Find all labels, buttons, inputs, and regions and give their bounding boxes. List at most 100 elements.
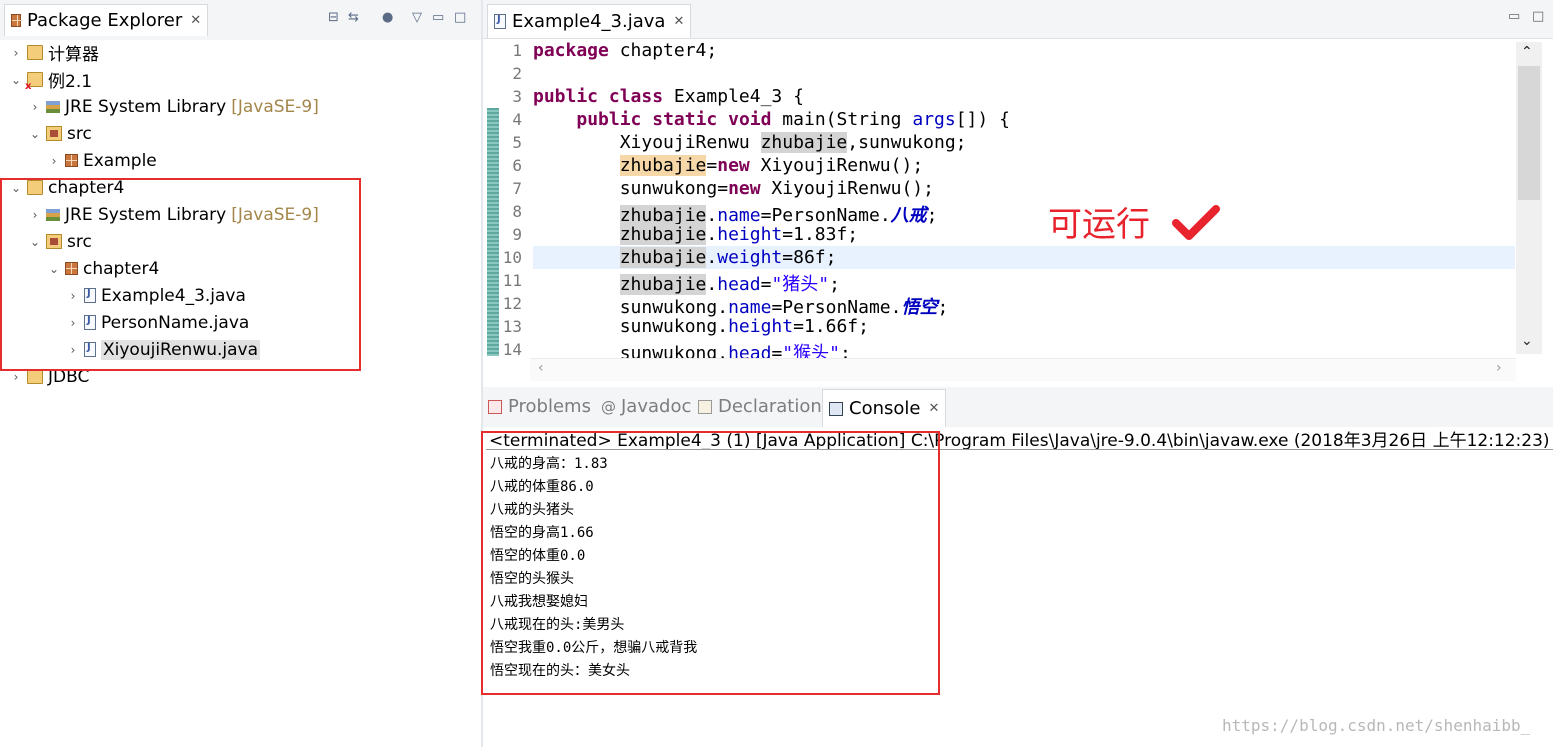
chevron-down-icon[interactable]: ⌄ — [8, 73, 24, 87]
watermark: https://blog.csdn.net/shenhaibb_ — [1222, 716, 1531, 735]
code-token: new — [728, 178, 761, 199]
tab-label: Problems — [508, 396, 591, 417]
tab-declaration[interactable]: Declaration — [698, 396, 822, 417]
chevron-right-icon[interactable]: › — [8, 370, 24, 384]
code-token: name — [728, 297, 772, 318]
code-line[interactable]: sunwukong=new XiyoujiRenwu(); — [533, 178, 934, 199]
code-token: chapter4; — [608, 40, 718, 61]
code-token: zhubajie — [619, 274, 707, 295]
code-token: sunwukong= — [533, 178, 729, 199]
code-token: XiyoujiRenwu — [533, 132, 761, 153]
code-line[interactable]: XiyoujiRenwu zhubajie,sunwukong; — [533, 132, 967, 153]
scrollbar-thumb[interactable] — [1518, 66, 1540, 200]
code-token: weight — [717, 247, 783, 268]
minimize-icon[interactable]: ▭ — [1508, 9, 1520, 24]
chevron-down-icon[interactable]: ⌄ — [27, 127, 43, 141]
code-line[interactable]: zhubajie.weight=86f; — [533, 247, 836, 268]
focus-icon[interactable]: ● — [382, 10, 393, 25]
code-line[interactable]: public class Example4_3 { — [533, 86, 804, 107]
runnable-annotation: 可运行 — [1048, 205, 1150, 245]
view-menu-icon[interactable]: ▽ — [412, 10, 422, 25]
code-token: height — [717, 224, 783, 245]
tree-item-project-2-1[interactable]: ⌄ 例2.1 — [8, 66, 92, 93]
tab-label: Console — [849, 398, 921, 419]
package-explorer-icon — [11, 14, 23, 27]
scroll-up-icon[interactable]: ⌃ — [1521, 44, 1533, 60]
scroll-left-icon[interactable]: ‹ — [538, 360, 544, 376]
line-number: 13 — [502, 317, 522, 336]
line-number: 1 — [512, 41, 522, 60]
tree-item-project-calculator[interactable]: › 计算器 — [8, 39, 99, 66]
code-token: sunwukong. — [533, 297, 729, 318]
code-token: =1.83f; — [782, 224, 859, 245]
tree-item-label: JRE System Library — [65, 96, 227, 117]
horizontal-scrollbar[interactable] — [530, 358, 1516, 381]
code-token: args — [912, 109, 956, 130]
line-number: 8 — [512, 202, 522, 221]
collapse-all-icon[interactable]: ⊟ — [328, 10, 339, 25]
checkmark-icon — [1172, 205, 1220, 240]
editor-tab-title: Example4_3.java — [512, 11, 666, 32]
tab-problems[interactable]: Problems — [488, 396, 591, 417]
code-token: zhubajie — [619, 247, 707, 268]
close-icon[interactable]: ✕ — [928, 401, 939, 416]
code-line[interactable]: public static void main(String args[]) { — [533, 109, 1010, 130]
chevron-right-icon[interactable]: › — [8, 46, 24, 60]
chevron-right-icon[interactable]: › — [27, 100, 43, 114]
scroll-right-icon[interactable]: › — [1496, 360, 1502, 376]
code-token: static — [652, 109, 718, 130]
code-token: XiyoujiRenwu(); — [760, 178, 934, 199]
source-folder-icon — [46, 126, 62, 141]
maximize-icon[interactable]: □ — [1532, 9, 1544, 24]
code-token: head — [717, 274, 761, 295]
change-ruler — [487, 108, 499, 356]
tab-label: Javadoc — [621, 396, 692, 417]
highlight-box-console-output — [481, 431, 940, 695]
tree-item-label: src — [67, 123, 92, 144]
code-token: main(String — [771, 109, 913, 130]
code-line[interactable]: zhubajie.height=1.83f; — [533, 224, 858, 245]
code-line[interactable]: sunwukong.height=1.66f; — [533, 316, 869, 337]
code-token: height — [728, 316, 794, 337]
package-explorer-tab[interactable]: Package Explorer ✕ — [4, 4, 209, 36]
line-number: 7 — [512, 179, 522, 198]
code-token: class — [608, 86, 664, 107]
close-icon[interactable]: ✕ — [190, 13, 201, 28]
code-token: []) { — [955, 109, 1010, 130]
link-with-editor-icon[interactable]: ⇆ — [348, 10, 359, 25]
code-token: =PersonName. — [760, 205, 891, 226]
tree-item-label: Example — [83, 150, 157, 171]
console-icon — [829, 401, 843, 416]
maximize-icon[interactable]: □ — [454, 10, 466, 25]
tree-item-package-example[interactable]: › Example — [46, 147, 157, 174]
code-token: zhubajie — [619, 205, 707, 226]
editor-tab[interactable]: Example4_3.java ✕ — [487, 4, 692, 38]
tab-console[interactable]: Console ✕ — [822, 389, 947, 427]
project-icon — [27, 45, 43, 60]
java-file-icon — [494, 14, 506, 29]
code-token: . — [706, 247, 718, 268]
code-token: . — [706, 274, 718, 295]
code-line[interactable]: package chapter4; — [533, 40, 717, 61]
code-line[interactable]: zhubajie=new XiyoujiRenwu(); — [533, 155, 923, 176]
code-token: = — [760, 274, 772, 295]
code-token: . — [706, 205, 718, 226]
chevron-right-icon[interactable]: › — [46, 154, 62, 168]
code-token: =PersonName. — [771, 297, 902, 318]
code-token: =1.66f; — [793, 316, 869, 337]
minimize-icon[interactable]: ▭ — [432, 10, 444, 25]
code-token: ; — [937, 297, 949, 318]
declaration-icon — [698, 399, 712, 414]
close-icon[interactable]: ✕ — [673, 14, 684, 29]
at-icon: @ — [601, 397, 616, 416]
tree-item-jre-library[interactable]: › JRE System Library [JavaSE-9] — [27, 93, 319, 120]
scroll-down-icon[interactable]: ⌄ — [1521, 333, 1533, 349]
tab-javadoc[interactable]: @ Javadoc — [601, 396, 691, 417]
tree-item-src[interactable]: ⌄ src — [27, 120, 92, 147]
project-icon — [27, 369, 43, 384]
code-token: public — [533, 86, 599, 107]
